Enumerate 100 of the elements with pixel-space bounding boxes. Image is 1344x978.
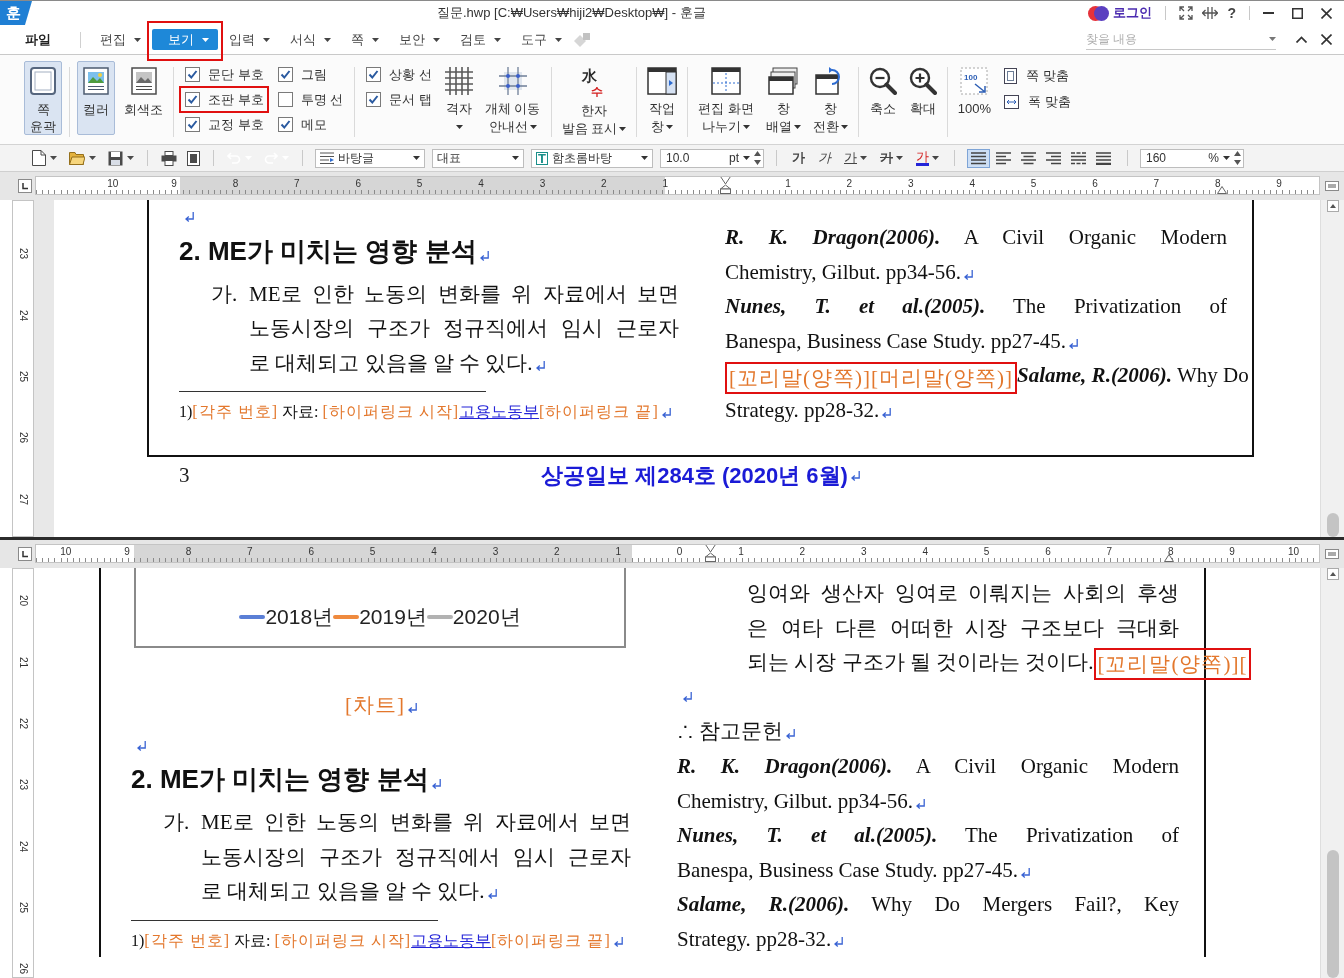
scroll-thumb[interactable] (1326, 850, 1339, 978)
ribbon-button[interactable]: 격자 (441, 61, 476, 136)
search-field[interactable]: 찾을 내용 (1086, 32, 1269, 46)
margin-handle-icon[interactable] (1164, 554, 1174, 562)
option-checkbox[interactable]: 상황 선 (366, 65, 432, 84)
toolbar-button[interactable] (68, 149, 97, 167)
field-code: [하이퍼링크 시작] (274, 931, 412, 949)
ruler-number: 24 (17, 309, 29, 321)
caret-icon (413, 156, 420, 160)
tab-type-icon[interactable] (18, 179, 32, 193)
vertical-scrollbar[interactable] (1320, 568, 1344, 978)
body-text: 노동시장의 구조가 정규직에서 임시 근로자 (249, 316, 679, 341)
ruler-number: 25 (17, 902, 29, 914)
picture-document-icon (130, 67, 157, 95)
indent-handle-icon[interactable] (720, 177, 731, 194)
ruler-number: 5 (369, 546, 376, 557)
footnote-text: 자료: (233, 931, 272, 949)
menu-tab[interactable]: 검토 (451, 29, 510, 50)
option-checkbox[interactable]: 교정 부호 (185, 115, 264, 134)
ruler-number: 25 (17, 370, 29, 383)
chevron-up-icon[interactable] (1296, 36, 1307, 43)
format-button[interactable]: 가 (841, 149, 870, 167)
hyperlink[interactable]: 고용노동부 (411, 931, 492, 949)
ribbon-link-button[interactable]: 폭 맞춤 (1004, 93, 1071, 111)
format-button[interactable]: 가 (815, 149, 834, 167)
menu-tab[interactable]: 편집 (91, 29, 150, 50)
ribbon-toggle[interactable]: 쪽 윤곽 (24, 61, 62, 135)
toolbar-button[interactable] (160, 148, 178, 168)
format-button[interactable]: 가 (789, 149, 808, 167)
resize-arrows-icon[interactable] (1202, 6, 1219, 20)
option-checkbox[interactable]: 그림 (277, 65, 327, 84)
ribbon-toggle[interactable]: 회색조 (121, 61, 166, 135)
list-marker: 가. (163, 809, 191, 837)
scroll-thumb[interactable] (1326, 513, 1339, 537)
body-text: ME로 인한 노동의 변화를 위 자료에서 보면 (201, 810, 631, 835)
menu-tab[interactable]: 입력 (220, 29, 279, 50)
page-number: 3 (178, 463, 190, 489)
caret-icon (372, 37, 379, 42)
margin-handle-icon[interactable] (1217, 186, 1227, 194)
close-icon[interactable] (1321, 7, 1332, 19)
ruler-number: 27 (17, 493, 29, 505)
scroll-up-icon[interactable] (1326, 200, 1339, 212)
spinner-icon[interactable] (1234, 150, 1241, 166)
ribbon-button[interactable]: 편집 화면 나누기 (695, 61, 757, 136)
menu-tab[interactable]: 쪽 (342, 29, 388, 50)
caret-icon (263, 37, 270, 42)
vertical-scrollbar[interactable] (1320, 200, 1344, 537)
menu-tab[interactable]: 서식 (281, 29, 340, 50)
close-icon[interactable] (1321, 34, 1332, 45)
menu-tab[interactable]: 보안 (390, 29, 449, 50)
ribbon-link-button[interactable]: 쪽 맞춤 (1004, 67, 1071, 85)
hyperlink[interactable]: 고용노동부 (459, 403, 540, 421)
option-checkbox[interactable]: 조판 부호 (185, 90, 264, 109)
field-code: [하이퍼링크 끝] (491, 931, 611, 949)
ribbon-button[interactable]: 창 전환 (809, 61, 851, 136)
ribbon-button[interactable]: 개체 이동 안내선 (481, 61, 544, 136)
printer-icon (161, 150, 177, 166)
tab-type-icon[interactable] (18, 547, 32, 561)
toolbar-button[interactable] (31, 148, 58, 168)
menu-tab[interactable]: 파일 (16, 29, 60, 50)
option-checkbox[interactable]: 문단 부호 (185, 65, 264, 84)
align-button[interactable] (967, 148, 990, 168)
indent-handle-icon[interactable] (705, 545, 716, 562)
menu-tab[interactable]: 보기 (152, 29, 218, 50)
spinner-icon[interactable] (754, 150, 761, 166)
ribbon-toggle[interactable]: 컬러 (77, 61, 115, 135)
ribbon-button[interactable]: 100 100% (954, 61, 994, 118)
ribbon-button[interactable]: 창 배열 (762, 61, 804, 136)
preview-icon (187, 150, 200, 166)
format-button[interactable]: 가 (913, 150, 942, 166)
maximize-icon[interactable] (1292, 7, 1303, 19)
field-code: [각주 번호] (144, 931, 230, 949)
number-field[interactable]: 160 % (1140, 148, 1244, 168)
login-icon[interactable] (1088, 5, 1110, 21)
scroll-up-icon[interactable] (1326, 568, 1339, 580)
ribbon-button[interactable]: 확대 (905, 61, 940, 118)
ruler-number: 6 (355, 178, 362, 189)
toolbar-button[interactable] (186, 148, 201, 168)
dropdown-field[interactable]: 바탕글 (315, 148, 425, 168)
login-link[interactable]: 로그인 (1113, 4, 1153, 22)
reference-text: Strategy. pp28-32. (677, 926, 832, 951)
option-checkbox[interactable]: 문서 탭 (366, 90, 432, 109)
align-center-icon (1021, 151, 1036, 165)
ruler-number: 8 (1167, 546, 1174, 557)
menu-tab[interactable]: 도구 (512, 29, 571, 50)
ribbon-button[interactable]: 축소 (865, 61, 900, 118)
option-checkbox[interactable]: 투명 선 (277, 90, 344, 109)
dropdown-field[interactable]: T 함초롬바탕 (531, 148, 653, 168)
dropdown-field[interactable]: 대표 (432, 148, 524, 168)
zoom-out-icon (868, 67, 897, 95)
body-text: 로 대체되고 있음을 알 수 있다. (201, 879, 485, 904)
split-handle-icon[interactable] (1325, 181, 1339, 191)
help-button[interactable]: ? (1227, 5, 1236, 21)
number-field[interactable]: 10.0 pt (660, 148, 764, 168)
split-handle-icon[interactable] (1325, 549, 1339, 559)
option-checkbox[interactable]: 메모 (277, 115, 327, 134)
reference-text: Salame, R.(2006). Why Do (1016, 363, 1249, 388)
format-button[interactable]: 가 (877, 149, 906, 167)
fullscreen-icon[interactable] (1179, 6, 1194, 20)
ribbon-button[interactable]: 작업 창 (644, 61, 681, 136)
